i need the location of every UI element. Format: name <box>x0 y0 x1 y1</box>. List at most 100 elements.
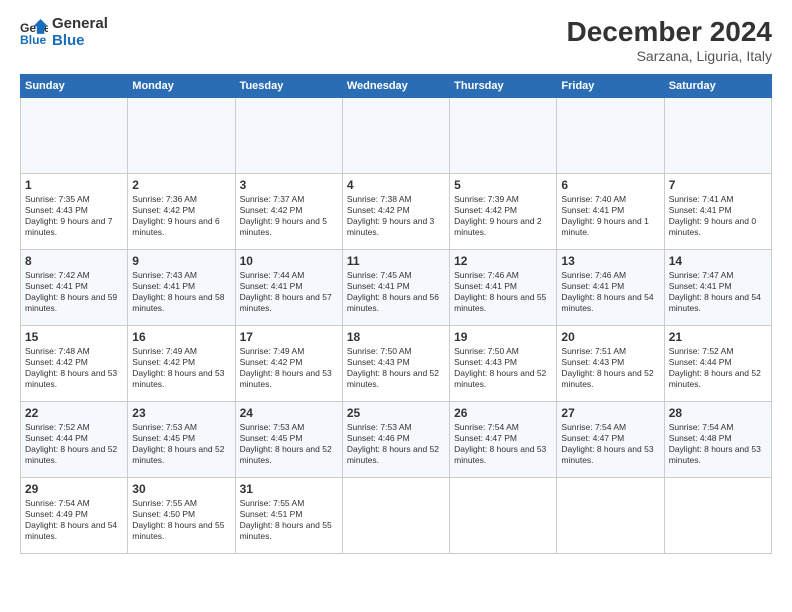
cell-data-line: Sunset: 4:42 PM <box>240 205 338 216</box>
title-block: December 2024 Sarzana, Liguria, Italy <box>567 16 772 64</box>
day-number: 15 <box>25 330 123 344</box>
cell-data-line: Daylight: 9 hours and 1 minute. <box>561 216 659 238</box>
cell-data-line: Daylight: 8 hours and 53 minutes. <box>25 368 123 390</box>
cell-data-line: Daylight: 8 hours and 52 minutes. <box>347 444 445 466</box>
cell-data-line: Daylight: 8 hours and 54 minutes. <box>561 292 659 314</box>
cell-data-line: Sunrise: 7:53 AM <box>132 422 230 433</box>
day-number: 9 <box>132 254 230 268</box>
cell-data-line: Sunrise: 7:54 AM <box>561 422 659 433</box>
cell-2-1: 9Sunrise: 7:43 AMSunset: 4:41 PMDaylight… <box>128 250 235 326</box>
cell-5-2: 31Sunrise: 7:55 AMSunset: 4:51 PMDayligh… <box>235 478 342 554</box>
cell-data-line: Sunrise: 7:52 AM <box>25 422 123 433</box>
cell-3-5: 20Sunrise: 7:51 AMSunset: 4:43 PMDayligh… <box>557 326 664 402</box>
col-header-wednesday: Wednesday <box>342 75 449 98</box>
day-number: 13 <box>561 254 659 268</box>
cell-data-line: Sunrise: 7:54 AM <box>454 422 552 433</box>
cell-3-1: 16Sunrise: 7:49 AMSunset: 4:42 PMDayligh… <box>128 326 235 402</box>
cell-5-4 <box>450 478 557 554</box>
cell-data-line: Sunrise: 7:35 AM <box>25 194 123 205</box>
week-row-1: 1Sunrise: 7:35 AMSunset: 4:43 PMDaylight… <box>21 174 772 250</box>
cell-data-line: Sunrise: 7:49 AM <box>240 346 338 357</box>
day-number: 23 <box>132 406 230 420</box>
cell-data-line: Sunset: 4:41 PM <box>561 205 659 216</box>
cell-data-line: Daylight: 9 hours and 7 minutes. <box>25 216 123 238</box>
cell-data-line: Sunset: 4:49 PM <box>25 509 123 520</box>
day-number: 16 <box>132 330 230 344</box>
cell-1-3: 4Sunrise: 7:38 AMSunset: 4:42 PMDaylight… <box>342 174 449 250</box>
cell-data-line: Daylight: 8 hours and 52 minutes. <box>454 368 552 390</box>
cell-data-line: Sunset: 4:51 PM <box>240 509 338 520</box>
logo-icon: General Blue <box>20 19 48 47</box>
cell-3-2: 17Sunrise: 7:49 AMSunset: 4:42 PMDayligh… <box>235 326 342 402</box>
calendar-table: SundayMondayTuesdayWednesdayThursdayFrid… <box>20 74 772 554</box>
day-number: 5 <box>454 178 552 192</box>
cell-3-4: 19Sunrise: 7:50 AMSunset: 4:43 PMDayligh… <box>450 326 557 402</box>
cell-data-line: Sunrise: 7:48 AM <box>25 346 123 357</box>
cell-data-line: Sunset: 4:41 PM <box>25 281 123 292</box>
day-number: 11 <box>347 254 445 268</box>
day-number: 1 <box>25 178 123 192</box>
cell-data-line: Sunset: 4:45 PM <box>240 433 338 444</box>
cell-5-1: 30Sunrise: 7:55 AMSunset: 4:50 PMDayligh… <box>128 478 235 554</box>
cell-data-line: Sunrise: 7:53 AM <box>347 422 445 433</box>
cell-data-line: Daylight: 9 hours and 0 minutes. <box>669 216 767 238</box>
cell-data-line: Sunrise: 7:49 AM <box>132 346 230 357</box>
cell-data-line: Daylight: 9 hours and 3 minutes. <box>347 216 445 238</box>
cell-data-line: Sunset: 4:44 PM <box>669 357 767 368</box>
cell-1-5: 6Sunrise: 7:40 AMSunset: 4:41 PMDaylight… <box>557 174 664 250</box>
logo-text-general: General <box>52 16 108 33</box>
cell-5-3 <box>342 478 449 554</box>
header: General Blue General Blue December 2024 … <box>20 16 772 64</box>
cell-2-0: 8Sunrise: 7:42 AMSunset: 4:41 PMDaylight… <box>21 250 128 326</box>
day-number: 21 <box>669 330 767 344</box>
cell-data-line: Daylight: 9 hours and 2 minutes. <box>454 216 552 238</box>
cell-2-6: 14Sunrise: 7:47 AMSunset: 4:41 PMDayligh… <box>664 250 771 326</box>
page: General Blue General Blue December 2024 … <box>0 0 792 612</box>
cell-data-line: Daylight: 8 hours and 57 minutes. <box>240 292 338 314</box>
cell-data-line: Daylight: 8 hours and 55 minutes. <box>240 520 338 542</box>
cell-data-line: Sunset: 4:43 PM <box>561 357 659 368</box>
cell-data-line: Sunrise: 7:46 AM <box>454 270 552 281</box>
cell-data-line: Daylight: 8 hours and 52 minutes. <box>132 444 230 466</box>
cell-data-line: Sunset: 4:48 PM <box>669 433 767 444</box>
cell-data-line: Daylight: 8 hours and 55 minutes. <box>132 520 230 542</box>
cell-data-line: Daylight: 8 hours and 53 minutes. <box>669 444 767 466</box>
cell-data-line: Sunrise: 7:44 AM <box>240 270 338 281</box>
day-number: 17 <box>240 330 338 344</box>
cell-0-0 <box>21 98 128 174</box>
week-row-2: 8Sunrise: 7:42 AMSunset: 4:41 PMDaylight… <box>21 250 772 326</box>
cell-2-4: 12Sunrise: 7:46 AMSunset: 4:41 PMDayligh… <box>450 250 557 326</box>
cell-4-2: 24Sunrise: 7:53 AMSunset: 4:45 PMDayligh… <box>235 402 342 478</box>
subtitle: Sarzana, Liguria, Italy <box>567 48 772 64</box>
cell-4-3: 25Sunrise: 7:53 AMSunset: 4:46 PMDayligh… <box>342 402 449 478</box>
cell-2-3: 11Sunrise: 7:45 AMSunset: 4:41 PMDayligh… <box>342 250 449 326</box>
header-row: SundayMondayTuesdayWednesdayThursdayFrid… <box>21 75 772 98</box>
cell-data-line: Daylight: 8 hours and 52 minutes. <box>240 444 338 466</box>
day-number: 30 <box>132 482 230 496</box>
logo: General Blue General Blue <box>20 16 108 49</box>
cell-5-6 <box>664 478 771 554</box>
cell-3-0: 15Sunrise: 7:48 AMSunset: 4:42 PMDayligh… <box>21 326 128 402</box>
cell-data-line: Sunrise: 7:39 AM <box>454 194 552 205</box>
col-header-thursday: Thursday <box>450 75 557 98</box>
cell-data-line: Sunrise: 7:55 AM <box>132 498 230 509</box>
cell-data-line: Sunset: 4:41 PM <box>561 281 659 292</box>
col-header-friday: Friday <box>557 75 664 98</box>
cell-data-line: Sunrise: 7:45 AM <box>347 270 445 281</box>
cell-data-line: Sunrise: 7:40 AM <box>561 194 659 205</box>
cell-data-line: Daylight: 8 hours and 53 minutes. <box>240 368 338 390</box>
cell-data-line: Daylight: 8 hours and 52 minutes. <box>561 368 659 390</box>
cell-data-line: Sunrise: 7:46 AM <box>561 270 659 281</box>
cell-1-1: 2Sunrise: 7:36 AMSunset: 4:42 PMDaylight… <box>128 174 235 250</box>
logo-text-blue: Blue <box>52 33 108 50</box>
cell-data-line: Sunset: 4:41 PM <box>240 281 338 292</box>
cell-data-line: Sunset: 4:46 PM <box>347 433 445 444</box>
cell-5-0: 29Sunrise: 7:54 AMSunset: 4:49 PMDayligh… <box>21 478 128 554</box>
cell-data-line: Sunset: 4:43 PM <box>454 357 552 368</box>
day-number: 24 <box>240 406 338 420</box>
day-number: 12 <box>454 254 552 268</box>
cell-0-6 <box>664 98 771 174</box>
cell-data-line: Sunrise: 7:55 AM <box>240 498 338 509</box>
cell-1-4: 5Sunrise: 7:39 AMSunset: 4:42 PMDaylight… <box>450 174 557 250</box>
cell-3-6: 21Sunrise: 7:52 AMSunset: 4:44 PMDayligh… <box>664 326 771 402</box>
